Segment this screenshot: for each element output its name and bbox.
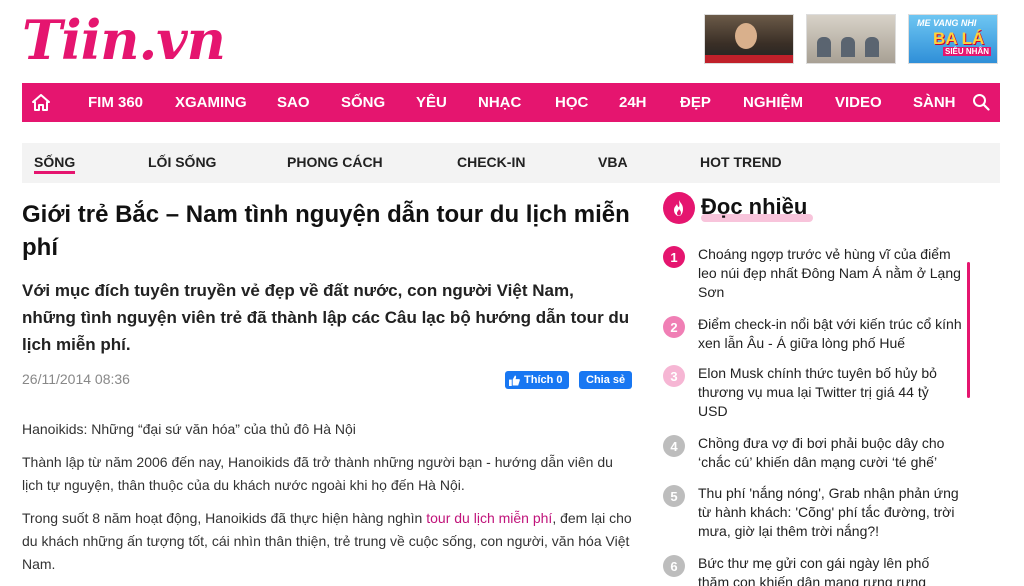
subnav-item-phong-cach[interactable]: PHONG CÁCH: [287, 154, 383, 170]
nav-item-hoc[interactable]: HỌC: [555, 94, 588, 111]
doc-nhieu-item-title[interactable]: Chồng đưa vợ đi bơi phải buộc dây cho ‘c…: [698, 434, 962, 472]
logo-text: Tiin.vn: [22, 8, 226, 72]
subnav-item-song[interactable]: SỐNG: [34, 154, 76, 174]
home-button[interactable]: [22, 83, 60, 122]
nav-item-nghiem[interactable]: NGHIỆM: [743, 94, 803, 111]
article-title: Giới trẻ Bắc – Nam tình nguyện dẫn tour …: [22, 201, 630, 261]
doc-nhieu-item-title[interactable]: Điểm check-in nổi bật với kiến trúc cổ k…: [698, 315, 962, 353]
doc-nhieu-header: Đọc nhiều: [663, 192, 823, 226]
tiin-logo[interactable]: Tiin.vn: [22, 8, 226, 72]
banner-student-figure: [841, 37, 855, 57]
facebook-like-button[interactable]: Thích 0: [505, 371, 569, 389]
subnav-item-loi-song[interactable]: LỐI SỐNG: [148, 154, 216, 170]
news-banner-1[interactable]: [704, 14, 794, 64]
banner-text-line-3: SIÊU NHÂN: [943, 47, 992, 56]
fire-icon: [663, 192, 695, 224]
sub-nav: SỐNG LỐI SỐNG PHONG CÁCH CHECK-IN VBA HO…: [22, 143, 1000, 183]
news-banner-2[interactable]: [806, 14, 896, 64]
article-paragraph-2: Thành lập từ năm 2006 đến nay, Hanoikids…: [22, 454, 613, 493]
article-date: 26/11/2014 08:36: [22, 371, 130, 387]
article-paragraph-1: Hanoikids: Những “đại sứ văn hóa” của th…: [22, 421, 356, 437]
rank-badge: 1: [663, 246, 685, 268]
home-icon: [32, 94, 50, 111]
facebook-share-button[interactable]: Chia sẻ: [579, 371, 633, 389]
nav-item-xgaming[interactable]: XGAMING: [175, 94, 247, 111]
mc-vang-nhi-banner[interactable]: ME VANG NHI BA LÁ SIÊU NHÂN: [908, 14, 998, 64]
doc-nhieu-title: Đọc nhiều: [701, 194, 808, 219]
share-label: Chia sẻ: [586, 374, 626, 386]
paragraph-text: Trong suốt 8 năm hoạt động, Hanoikids đã…: [22, 510, 427, 526]
nav-item-yeu[interactable]: YÊU: [416, 94, 447, 111]
subnav-item-hot-trend[interactable]: HOT TREND: [700, 154, 782, 170]
rank-badge: 2: [663, 316, 685, 338]
nav-item-video[interactable]: VIDEO: [835, 94, 882, 111]
banner-text-line-1: ME VANG NHI: [917, 18, 977, 28]
nav-item-sao[interactable]: SAO: [277, 94, 310, 111]
rank-badge: 3: [663, 365, 685, 387]
nav-item-song[interactable]: SỐNG: [341, 94, 385, 111]
banner-text-line-2: BA LÁ: [933, 29, 985, 48]
banner-student-figure: [817, 37, 831, 57]
doc-nhieu-item-title[interactable]: Thu phí 'nắng nóng', Grab nhận phản ứng …: [698, 484, 962, 541]
banner-student-figure: [865, 37, 879, 57]
article-paragraph-3: Trong suốt 8 năm hoạt động, Hanoikids đã…: [22, 507, 632, 576]
doc-nhieu-item-title[interactable]: Bức thư mẹ gửi con gái ngày lên phố thăm…: [698, 554, 962, 586]
nav-item-24h[interactable]: 24H: [619, 94, 647, 111]
main-nav: FIM 360 XGAMING SAO SỐNG YÊU NHẠC HỌC 24…: [22, 83, 1000, 122]
tour-du-lich-link[interactable]: tour du lịch miễn phí: [426, 510, 552, 526]
rank-badge: 4: [663, 435, 685, 457]
nav-item-fim360[interactable]: FIM 360: [88, 94, 143, 111]
doc-nhieu-item-title[interactable]: Elon Musk chính thức tuyên bố hủy bỏ thư…: [698, 364, 962, 421]
nav-item-sanh[interactable]: SÀNH: [913, 94, 956, 111]
subnav-item-vba[interactable]: VBA: [598, 154, 628, 170]
rank-badge: 5: [663, 485, 685, 507]
nav-item-dep[interactable]: ĐẸP: [680, 94, 711, 111]
rank-badge: 6: [663, 555, 685, 577]
thumbs-up-icon: [509, 374, 520, 386]
article-sapo: Với mục đích tuyên truyền vẻ đẹp về đất …: [22, 281, 630, 354]
banner-red-strip: [705, 55, 793, 63]
doc-nhieu-item-title[interactable]: Choáng ngợp trước vẻ hùng vĩ của điểm le…: [698, 245, 962, 302]
like-label: Thích 0: [524, 374, 563, 386]
search-icon[interactable]: [972, 93, 990, 111]
subnav-item-check-in[interactable]: CHECK-IN: [457, 154, 525, 170]
banner-person-image: [735, 23, 757, 49]
nav-item-nhac[interactable]: NHẠC: [478, 94, 521, 111]
scroll-indicator[interactable]: [967, 262, 970, 398]
